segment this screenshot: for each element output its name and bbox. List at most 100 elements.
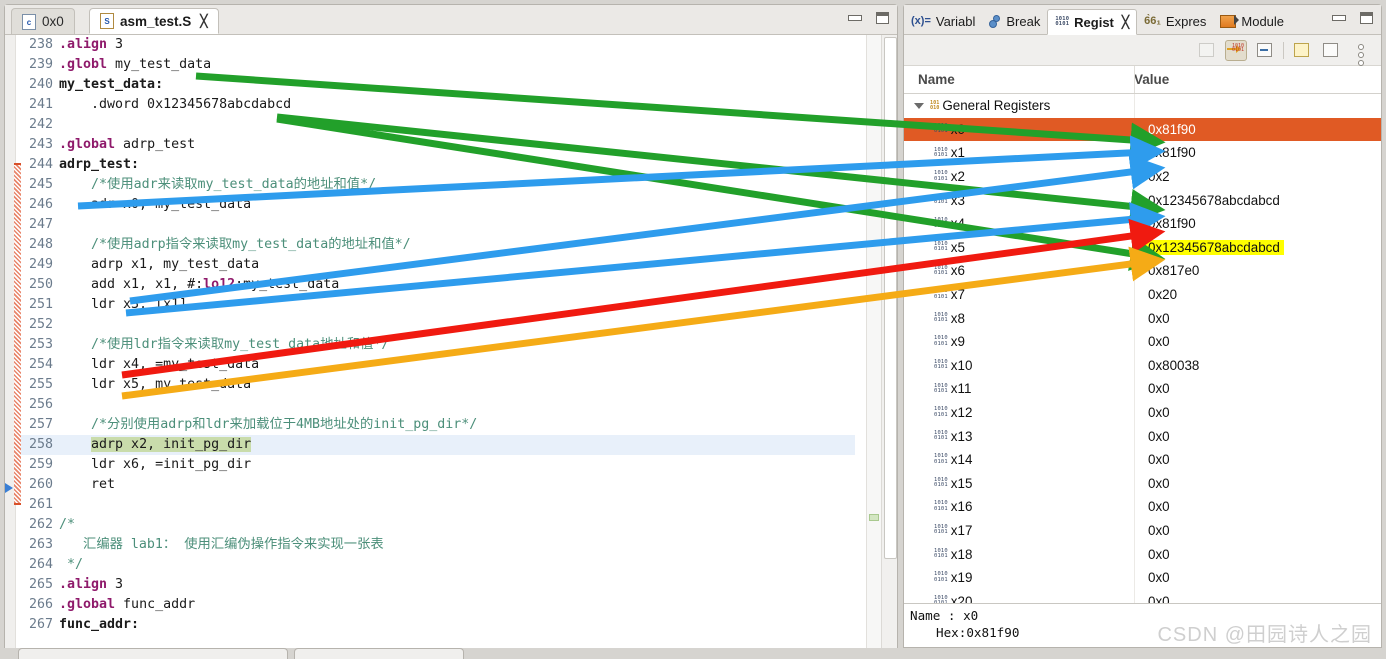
register-value[interactable]: 0x80038 [1134,358,1199,373]
register-row[interactable]: 1010 0101 x6 0x817e0 [904,259,1381,283]
overview-ruler[interactable] [866,35,881,649]
register-value[interactable]: 0x12345678abcdabcd [1134,193,1280,208]
register-value[interactable]: 0x81f90 [1134,122,1196,137]
bottom-tab-1[interactable] [18,648,288,659]
register-value[interactable]: 0x0 [1134,452,1170,467]
register-value[interactable]: 0x0 [1134,311,1170,326]
code-line[interactable]: 258 adrp x2, init_pg_dir [21,435,855,455]
editor-tab-asm-test[interactable]: S asm_test.S ╳ [89,8,219,34]
maximize-icon[interactable] [1360,12,1373,24]
register-value[interactable]: 0x81f90 [1134,145,1196,160]
register-row[interactable]: 1010 0101 x9 0x0 [904,330,1381,354]
code-line[interactable]: 250 add x1, x1, #:lo12:my_test_data [21,275,855,295]
chevron-down-icon[interactable] [914,102,924,109]
register-name-cell[interactable]: 1010 0101 x6 [904,263,1134,278]
register-name-cell[interactable]: 1010 0101 x8 [904,311,1134,326]
editor-vertical-scrollbar[interactable] [881,35,897,649]
close-icon[interactable]: ╳ [1122,15,1129,29]
tab-registers[interactable]: 1010 0101 Regist ╳ [1047,9,1138,35]
register-name-cell[interactable]: 1010 0101 x15 [904,476,1134,491]
code-line[interactable]: 262 /* [21,515,855,535]
code-line[interactable]: 243 .global adrp_test [21,135,855,155]
register-row[interactable]: 1010 0101 x2 0x2 [904,165,1381,189]
tab-variables[interactable]: (x)= Variabl [904,8,982,34]
collapse-all-button[interactable] [1196,40,1218,61]
show-type-names-button[interactable]: 1010 0101 [1225,39,1247,61]
editor-tab-0x0[interactable]: c 0x0 [11,8,75,34]
code-line[interactable]: 254 ldr x4, =my_test_data [21,355,855,375]
close-icon[interactable]: ╳ [200,14,207,28]
scrollbar-thumb[interactable] [884,37,897,559]
code-line[interactable]: 245 /*使用adr来读取my_test_data的地址和值*/ [21,175,855,195]
register-name-cell[interactable]: 1010 0101 x12 [904,405,1134,420]
register-value[interactable]: 0x12345678abcdabcd [1134,239,1284,255]
show-details-pane-button[interactable] [1254,40,1276,61]
code-line[interactable]: 248 /*使用adrp指令来读取my_test_data的地址和值*/ [21,235,855,255]
code-line[interactable]: 242 [21,115,855,135]
register-row[interactable]: 1010 0101 x19 0x0 [904,566,1381,590]
register-row[interactable]: 1010 0101 x1 0x81f90 [904,141,1381,165]
code-line[interactable]: 251 ldr x3, [x1] [21,295,855,315]
register-name-cell[interactable]: 1010 0101 x14 [904,452,1134,467]
register-value[interactable]: 0x2 [1134,169,1170,184]
code-line[interactable]: 257 /*分别使用adrp和ldr来加载位于4MB地址处的init_pg_di… [21,415,855,435]
register-value[interactable]: 0x0 [1134,405,1170,420]
code-line[interactable]: 259 ldr x6, =init_pg_dir [21,455,855,475]
register-value[interactable]: 0x0 [1134,334,1170,349]
column-divider[interactable] [1134,66,1135,93]
maximize-icon[interactable] [876,12,889,24]
register-row[interactable]: 1010 0101 x5 0x12345678abcdabcd [904,236,1381,260]
register-row[interactable]: 1010 0101 x8 0x0 [904,306,1381,330]
code-line[interactable]: 252 [21,315,855,335]
code-line[interactable]: 263 汇编器 lab1： 使用汇编伪操作指令来实现一张表 [21,535,855,555]
edit-register-group-button[interactable] [1320,40,1342,61]
bottom-tab-2[interactable] [294,648,464,659]
code-line[interactable]: 260 ret [21,475,855,495]
code-line[interactable]: 265 .align 3 [21,575,855,595]
code-line[interactable]: 261 [21,495,855,515]
register-name-cell[interactable]: 1010 0101 x10 [904,358,1134,373]
new-register-group-button[interactable] [1291,40,1313,61]
register-row[interactable]: 1010 0101 x17 0x0 [904,519,1381,543]
register-name-cell[interactable]: 1010 0101 x4 [904,216,1134,231]
column-header-value[interactable]: Value [1120,72,1169,87]
register-value[interactable]: 0x0 [1134,523,1170,538]
register-name-cell[interactable]: 1010 0101 x2 [904,169,1134,184]
register-value[interactable]: 0x0 [1134,429,1170,444]
register-name-cell[interactable]: 1010 0101 x18 [904,547,1134,562]
code-line[interactable]: 253 /*使用ldr指令来读取my_test_data地址和值*/ [21,335,855,355]
code-line[interactable]: 240 my_test_data: [21,75,855,95]
code-line[interactable]: 239 .globl my_test_data [21,55,855,75]
register-value[interactable]: 0x20 [1134,287,1177,302]
register-value[interactable]: 0x0 [1134,570,1170,585]
tab-breakpoints[interactable]: Break [982,8,1047,34]
code-line[interactable]: 246 adr x0, my_test_data [21,195,855,215]
register-name-cell[interactable]: 1010 0101 x0 [904,122,1134,137]
code-editor[interactable]: 238 .align 3 239 .globl my_test_data 240 my_t… [5,35,897,649]
register-row[interactable]: 1010 0101 x16 0x0 [904,495,1381,519]
tab-modules[interactable]: Module [1213,8,1291,34]
register-row[interactable]: 1010 0101 x12 0x0 [904,401,1381,425]
register-name-cell[interactable]: 1010 0101 x3 [904,193,1134,208]
register-row[interactable]: 1010 0101 x4 0x81f90 [904,212,1381,236]
register-name-cell[interactable]: 1010 0101 x17 [904,523,1134,538]
register-group-row[interactable]: 101 010 General Registers [904,94,1381,118]
register-name-cell[interactable]: 1010 0101 x16 [904,499,1134,514]
tab-expressions[interactable]: 6̀6₁ Expres [1137,8,1213,34]
register-name-cell[interactable]: 1010 0101 x5 [904,240,1134,255]
view-menu-button[interactable] [1349,40,1371,66]
register-name-cell[interactable]: 1010 0101 x19 [904,570,1134,585]
code-line[interactable]: 255 ldr x5, my_test_data [21,375,855,395]
register-row[interactable]: 1010 0101 x14 0x0 [904,448,1381,472]
register-row[interactable]: 1010 0101 x18 0x0 [904,542,1381,566]
code-line[interactable]: 256 [21,395,855,415]
code-line[interactable]: 266 .global func_addr [21,595,855,615]
code-line[interactable]: 247 [21,215,855,235]
column-header-name[interactable]: Name [904,72,1120,87]
code-line[interactable]: 267 func_addr: [21,615,855,635]
register-name-cell[interactable]: 1010 0101 x13 [904,429,1134,444]
register-value[interactable]: 0x817e0 [1134,263,1199,278]
code-line[interactable]: 264 */ [21,555,855,575]
register-name-cell[interactable]: 1010 0101 x11 [904,381,1134,396]
register-row[interactable]: 1010 0101 x13 0x0 [904,424,1381,448]
